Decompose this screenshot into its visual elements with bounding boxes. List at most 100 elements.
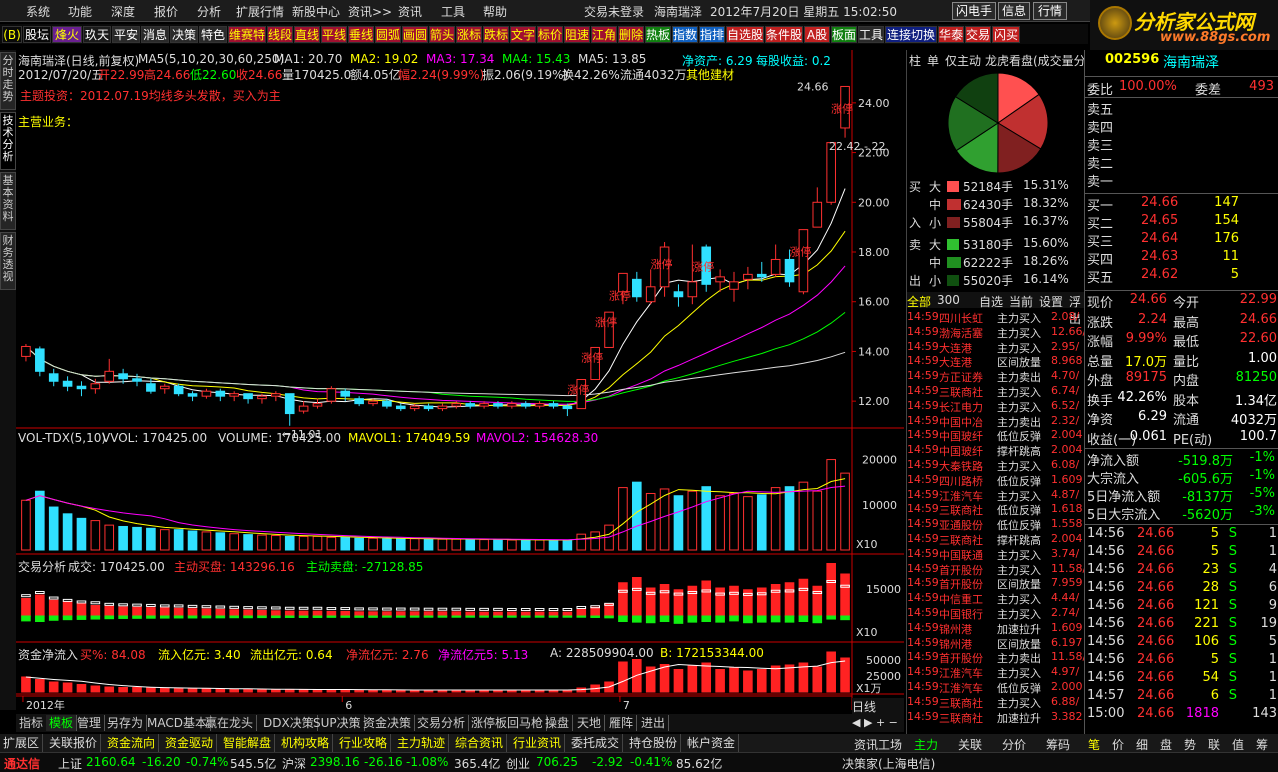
indicator-tab-5[interactable]: 赢在龙头 [202,715,258,731]
tab-single[interactable]: 单 [927,52,939,68]
radar-row[interactable]: 14:59 中国中冶 主力卖出 2.32/ [907,414,1085,429]
radar-row[interactable]: 14:59 三联商社 撑杆跳高 2.004 [907,532,1085,547]
period-label[interactable]: 日线 [852,698,904,714]
bid-row[interactable]: 买五 24.62 5 [1085,267,1278,286]
tick-row[interactable]: 14:56 24.66 106 S 5 [1085,634,1278,652]
mid-bottom-tab-3[interactable]: 分价 [1002,736,1026,753]
radar-row[interactable]: 14:59 中国玻纤 低位反弹 2.004 [907,428,1085,443]
radar-row[interactable]: 14:59 三联商社 低位反弹 1.618 [907,502,1085,517]
tick-row[interactable]: 14:56 24.66 221 S 19 [1085,616,1278,634]
indicator-tab-2[interactable]: 管理 [74,715,106,731]
radar-row[interactable]: 14:59 渤海活塞 主力买入 12.66/ [907,325,1085,340]
tab-technical[interactable]: 技术分析 [0,112,16,170]
toolbar-16-button[interactable]: 涨标 [456,26,482,43]
radar-filter-4[interactable]: 设置 [1039,293,1063,310]
indicator-tab-1[interactable]: 模板 [46,715,78,731]
mid-bottom-tab-0[interactable]: 资讯工场 [854,736,902,753]
radar-filter-2[interactable]: 自选 [979,293,1003,310]
menu-help[interactable]: 帮助 [483,3,507,20]
indicator-tab-8[interactable]: 资金决策 [360,715,416,731]
menu-ext-market[interactable]: 扩展行情 [236,3,284,20]
toolbar-9-button[interactable]: 线段 [267,26,293,43]
ask-row[interactable]: 卖二 [1085,153,1278,172]
mid-bottom-tab-4[interactable]: 筹码 [1046,736,1070,753]
tab-intraday[interactable]: 分时走势 [0,52,16,110]
tick-row[interactable]: 14:56 24.66 5 S 1 [1085,652,1278,670]
radar-row[interactable]: 14:59 中信重工 主力买入 4.44/ [907,591,1085,606]
radar-row[interactable]: 14:59 大连港 区间放量 8.968 [907,354,1085,369]
bid-row[interactable]: 买一 24.66 147 [1085,195,1278,214]
function-tab-11[interactable]: 持仓股份 [626,734,682,752]
radar-row[interactable]: 14:59 江淮汽车 低位反弹 2.000 [907,680,1085,695]
tab-dragon-tiger[interactable]: 龙虎看盘(成交量分 [985,52,1085,68]
toolbar-15-button[interactable]: 箭头 [429,26,455,43]
function-tab-1[interactable]: 关联报价 [46,734,102,752]
toolbar-14-button[interactable]: 画圆 [402,26,428,43]
radar-row[interactable]: 14:59 四川路桥 低位反弹 1.609 [907,473,1085,488]
toolbar-18-button[interactable]: 文字 [510,26,536,43]
tick-row[interactable]: 14:56 24.66 5 S 1 [1085,544,1278,562]
right-bottom-tab-0[interactable]: 笔 [1088,736,1100,753]
tick-row[interactable]: 14:56 24.66 54 S 1 [1085,670,1278,688]
toolbar-4-button[interactable]: 平安 [112,26,140,43]
indicator-tab-12[interactable]: 天地 [574,715,606,731]
radar-row[interactable]: 14:59 江淮汽车 主力买入 4.87/ [907,488,1085,503]
menu-analysis[interactable]: 分析 [197,3,221,20]
toolbar-17-button[interactable]: 跌标 [483,26,509,43]
indicator-tab-14[interactable]: 进出 [638,715,670,731]
radar-row[interactable]: 14:59 首开股份 主力卖出 11.58/ [907,650,1085,665]
toolbar-21-button[interactable]: 江角 [591,26,617,43]
tick-row[interactable]: 14:56 24.66 28 S 6 [1085,580,1278,598]
radar-filter-1[interactable]: 300 [937,293,960,307]
tick-row[interactable]: 14:56 24.66 23 S 4 [1085,562,1278,580]
radar-row[interactable]: 14:59 首开股份 主力买入 11.58/ [907,562,1085,577]
radar-row[interactable]: 14:59 中国联通 主力买入 3.74/ [907,547,1085,562]
zoom-in-icon[interactable]: + [876,716,885,729]
tick-row[interactable]: 14:57 24.66 6 S 1 [1085,688,1278,706]
radar-row[interactable]: 14:59 锦州港 加速拉升 1.609 [907,621,1085,636]
radar-row[interactable]: 14:59 三联商社 加速拉升 3.382 [907,710,1085,725]
toolbar-6-button[interactable]: 决策 [170,26,198,43]
toolbar-20-button[interactable]: 阻速 [564,26,590,43]
toolbar-30-button[interactable]: 工具 [858,26,884,43]
toolbar-28-button[interactable]: A股 [804,26,830,43]
zoom-out-icon[interactable]: − [889,716,898,729]
toolbar-12-button[interactable]: 垂线 [348,26,374,43]
radar-filter-3[interactable]: 当前 [1009,293,1033,310]
toolbar-1-button[interactable]: 股坛 [23,26,51,43]
radar-row[interactable]: 14:59 方正证券 主力卖出 4.70/ [907,369,1085,384]
indicator-tab-3[interactable]: 另存为 [104,715,148,731]
menu-system[interactable]: 系统 [26,3,50,20]
indicator-tab-11[interactable]: 操盘 [542,715,574,731]
chart-canvas[interactable]: 24.0022.0020.0018.0016.0014.0012.0024.66… [16,50,904,710]
toolbar-19-button[interactable]: 标价 [537,26,563,43]
toolbar-34-button[interactable]: 闪买 [992,26,1020,43]
menu-ipo-center[interactable]: 新股中心 [292,3,340,20]
tab-active-only[interactable]: 仅主动 [945,52,981,68]
toolbar-23-button[interactable]: 热板 [645,26,671,43]
menu-info-more[interactable]: 资讯>> [348,3,392,20]
ask-row[interactable]: 卖五 [1085,99,1278,118]
bid-row[interactable]: 买三 24.64 176 [1085,231,1278,250]
toolbar-3-button[interactable]: 玖天 [83,26,111,43]
toolbar-29-button[interactable]: 板面 [831,26,857,43]
function-tab-10[interactable]: 委托成交 [568,734,624,752]
tick-list[interactable]: 14:56 24.66 5 S 1 14:56 24.66 5 S 1 14:56 24.66 23 S 4… [1085,526,1278,726]
toolbar-10-button[interactable]: 直线 [294,26,320,43]
tab-fundamentals[interactable]: 基本资料 [0,172,16,230]
chart-nav-buttons[interactable]: ◀ ▶ + − [852,716,904,732]
kline-chart[interactable]: 24.00 22.00 20.00 18.00 16.00 14.00 12.00 24.66… [16,50,904,710]
radar-row[interactable]: 14:59 锦州港 区间放量 6.197 [907,636,1085,651]
bid-row[interactable]: 买二 24.65 154 [1085,213,1278,232]
toolbar-22-button[interactable]: 删除 [618,26,644,43]
function-tab-3[interactable]: 资金驱动 [162,734,218,752]
radar-row[interactable]: 14:59 首开股份 区间放量 7.959 [907,576,1085,591]
function-tab-7[interactable]: 主力轨迹 [394,734,450,752]
radar-row[interactable]: 14:59 四川长虹 主力买入 2.08/ [907,310,1085,325]
nav-left-icon[interactable]: ◀ [852,716,860,729]
right-bottom-tab-1[interactable]: 价 [1112,736,1124,753]
function-tab-2[interactable]: 资金流向 [104,734,160,752]
bid-row[interactable]: 买四 24.63 11 [1085,249,1278,268]
ask-row[interactable]: 卖一 [1085,171,1278,190]
function-tab-4[interactable]: 智能解盘 [220,734,276,752]
